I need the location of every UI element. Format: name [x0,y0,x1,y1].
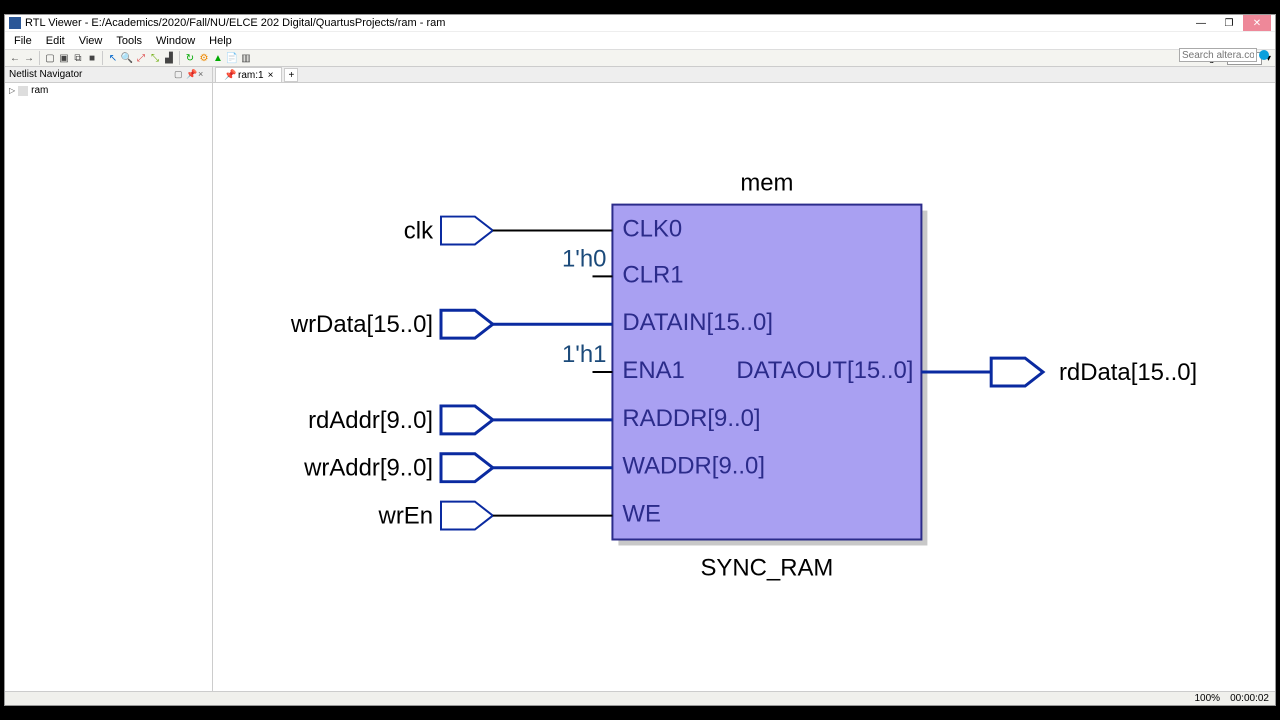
search-input[interactable] [1179,48,1257,62]
nav-back-icon[interactable]: ← [9,52,21,64]
menu-help[interactable]: Help [202,35,239,47]
copy-icon[interactable]: 📄 [226,52,238,64]
tab-label: ram:1 [238,70,264,81]
module-icon [18,86,28,96]
label-wren: wrEn [378,503,433,530]
tool-icon-2[interactable]: ▣ [58,52,70,64]
sidebar-opt-icon[interactable]: ▢ [174,69,184,80]
window-title: RTL Viewer - E:/Academics/2020/Fall/NU/E… [25,17,1187,29]
tab-ram[interactable]: 📌 ram:1 × [215,67,282,82]
close-button[interactable]: ✕ [1243,15,1271,31]
schematic-canvas[interactable]: mem SYNC_RAM CLK0 CLR1 DATAIN[15..0] ENA… [213,83,1275,691]
port-dataout: DATAOUT[15..0] [736,357,913,384]
tab-close-icon[interactable]: × [268,70,274,81]
tool-icon-3[interactable]: ⧉ [72,52,84,64]
port-we: WE [622,501,661,528]
schematic-svg: mem SYNC_RAM CLK0 CLR1 DATAIN[15..0] ENA… [213,83,1275,691]
zoom-level: 100% [1194,693,1220,704]
sidebar-header: Netlist Navigator ▢ 📌 × [5,67,212,83]
label-rdaddr: rdAddr[9..0] [308,407,433,434]
pin-rdaddr[interactable] [441,406,493,434]
label-rddata: rdData[15..0] [1059,359,1197,386]
window-buttons: — ❐ ✕ [1187,15,1271,31]
const-clr: 1'h0 [562,245,606,272]
maximize-button[interactable]: ❐ [1215,15,1243,31]
pin-clk[interactable] [441,217,493,245]
tab-add-button[interactable]: + [284,68,298,82]
main: 📌 ram:1 × + mem SYNC_RAM CLK0 [213,67,1275,691]
instance-type: SYNC_RAM [701,554,834,581]
minimize-button[interactable]: — [1187,15,1215,31]
menu-edit[interactable]: Edit [39,35,72,47]
pointer-icon[interactable]: ↖ [107,52,119,64]
menu-window[interactable]: Window [149,35,202,47]
instance-name: mem [740,170,793,197]
sidebar-title: Netlist Navigator [9,69,82,80]
nav-fwd-icon[interactable]: → [23,52,35,64]
tab-pin-icon: 📌 [224,70,234,81]
menu-file[interactable]: File [7,35,39,47]
port-ena1: ENA1 [622,357,684,384]
pin-wrdata[interactable] [441,310,493,338]
app-icon [9,17,21,29]
menubar: File Edit View Tools Window Help [5,31,1275,49]
tree-root[interactable]: ▷ ram [9,85,208,96]
statusbar: 100% 00:00:02 [5,691,1275,705]
tabbar: 📌 ram:1 × + [213,67,1275,83]
pin-wren[interactable] [441,502,493,530]
tool-icon-5[interactable]: ▟ [163,52,175,64]
menu-tools[interactable]: Tools [109,35,149,47]
titlebar: RTL Viewer - E:/Academics/2020/Fall/NU/E… [5,15,1275,31]
pin-rddata[interactable] [991,358,1043,386]
port-clr1: CLR1 [622,261,683,288]
search-go-icon[interactable] [1259,50,1269,60]
sidebar-pin-icon[interactable]: 📌 [186,69,196,80]
pin-wraddr[interactable] [441,454,493,482]
tree-expand-icon[interactable]: ▷ [9,86,15,95]
label-wraddr: wrAddr[9..0] [303,455,433,482]
refresh-icon[interactable]: ↻ [184,52,196,64]
label-clk: clk [404,217,433,244]
body: Netlist Navigator ▢ 📌 × ▷ ram 📌 r [5,67,1275,691]
const-ena: 1'h1 [562,341,606,368]
gear-icon[interactable]: ⚙ [198,52,210,64]
search-area [1179,48,1269,62]
port-clk0: CLK0 [622,215,682,242]
sidebar: Netlist Navigator ▢ 📌 × ▷ ram [5,67,213,691]
netlist-tree: ▷ ram [5,83,212,691]
sidebar-close-icon[interactable]: × [198,69,208,80]
time-display: 00:00:02 [1230,693,1269,704]
label-wrdata: wrData[15..0] [290,311,433,338]
menu-view[interactable]: View [72,35,110,47]
tool-icon-1[interactable]: ▢ [44,52,56,64]
zoom-icon[interactable]: 🔍 [121,52,133,64]
tool-icon-4[interactable]: ■ [86,52,98,64]
tree-root-label: ram [31,85,48,96]
port-raddr: RADDR[9..0] [622,405,760,432]
app-window: RTL Viewer - E:/Academics/2020/Fall/NU/E… [4,14,1276,706]
toolbar: ← → ▢ ▣ ⧉ ■ ↖ 🔍 ⤢ ⤡ ▟ ↻ ⚙ ▲ 📄 ▥ Page: 1 … [5,49,1275,67]
zoom-in-icon[interactable]: ⤡ [149,52,161,64]
port-waddr: WADDR[9..0] [622,453,765,480]
port-datain: DATAIN[15..0] [622,309,773,336]
fit-icon[interactable]: ⤢ [135,52,147,64]
tree-icon[interactable]: ▲ [212,52,224,64]
tool-icon-6[interactable]: ▥ [240,52,252,64]
